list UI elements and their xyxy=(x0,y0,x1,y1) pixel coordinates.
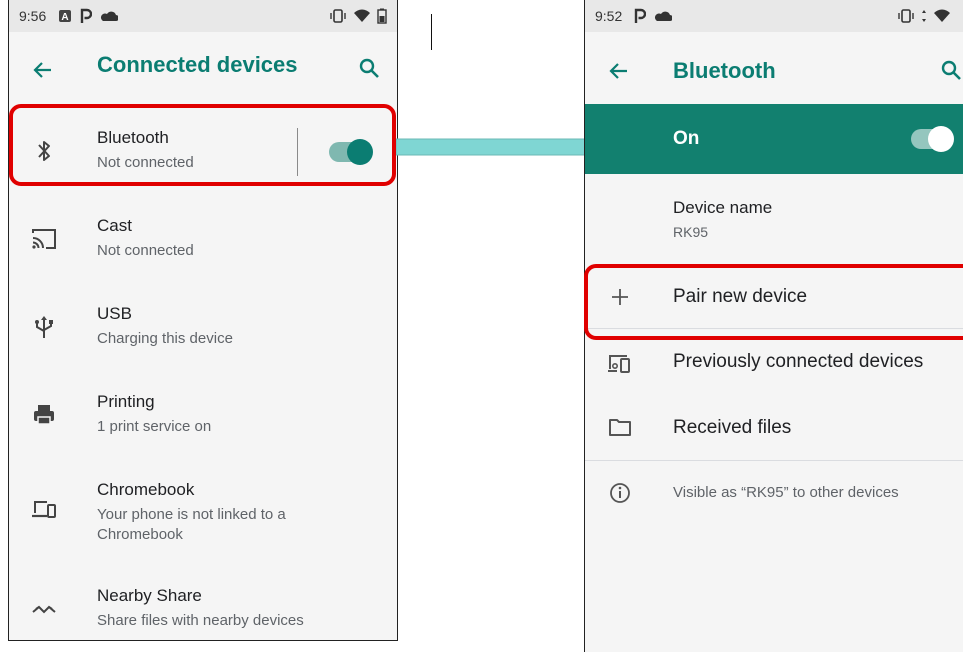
cast-icon xyxy=(32,229,56,249)
cloud-icon xyxy=(101,11,119,21)
usb-icon xyxy=(35,316,53,338)
bluetooth-highlight-box xyxy=(9,104,396,186)
text-cursor xyxy=(431,14,432,50)
list-item-title: USB xyxy=(97,304,132,323)
status-time: 9:56 xyxy=(19,8,47,24)
list-item-nearby-share[interactable]: Nearby Share Share files with nearby dev… xyxy=(9,566,397,640)
svg-text:A: A xyxy=(62,12,69,23)
toggle-knob xyxy=(928,126,954,152)
back-arrow-icon[interactable] xyxy=(607,59,631,83)
list-item-title: Chromebook xyxy=(97,480,195,499)
notification-p-icon xyxy=(81,8,93,23)
info-icon xyxy=(610,483,630,503)
visibility-note: Visible as “RK95” to other devices xyxy=(673,484,899,501)
chromebook-icon xyxy=(32,501,56,518)
list-item-usb[interactable]: USB Charging this device xyxy=(9,284,397,372)
pair-new-device-highlight-box xyxy=(584,264,963,340)
list-item-subtitle: Not connected xyxy=(97,242,194,259)
app-bar: Connected devices xyxy=(9,32,397,108)
bluetooth-master-switch[interactable]: On xyxy=(585,104,963,174)
arrow-connector-icon xyxy=(396,138,599,156)
back-arrow-icon[interactable] xyxy=(31,58,55,82)
status-time: 9:52 xyxy=(595,8,623,24)
battery-icon xyxy=(377,8,387,24)
list-item-cast[interactable]: Cast Not connected xyxy=(9,196,397,284)
wifi-icon xyxy=(354,9,370,22)
list-item-printing[interactable]: Printing 1 print service on xyxy=(9,372,397,460)
device-name-value: RK95 xyxy=(673,224,709,240)
search-icon[interactable] xyxy=(939,58,963,82)
vibrate-icon xyxy=(330,9,346,23)
divider xyxy=(585,460,963,461)
master-switch-label: On xyxy=(673,128,700,149)
printer-icon xyxy=(34,405,54,425)
nearby-share-icon xyxy=(32,605,56,614)
list-item-subtitle: Share files with nearby devices xyxy=(97,612,304,629)
wifi-icon xyxy=(934,9,950,22)
page-title: Connected devices xyxy=(97,52,298,77)
search-icon[interactable] xyxy=(357,56,381,80)
received-files-label: Received files xyxy=(673,417,792,438)
list-item-title: Nearby Share xyxy=(97,586,202,605)
list-item-title: Cast xyxy=(97,216,132,235)
list-item-subtitle: 1 print service on xyxy=(97,418,212,435)
notification-a-icon: A xyxy=(59,10,72,23)
previously-connected-label: Previously connected devices xyxy=(673,351,924,372)
list-item-subtitle: Your phone is not linked to a Chromebook xyxy=(97,506,286,543)
list-item-subtitle: Charging this device xyxy=(97,330,233,347)
vibrate-icon xyxy=(898,9,914,23)
device-name-row[interactable]: Device name RK95 xyxy=(585,174,963,260)
notification-p-icon xyxy=(635,8,647,23)
list-item-chromebook[interactable]: Chromebook Your phone is not linked to a… xyxy=(9,460,397,566)
connected-devices-screen: 9:56 A Connected devices Bluetooth Not c… xyxy=(8,0,398,641)
cloud-icon xyxy=(655,11,673,21)
folder-icon xyxy=(609,419,631,436)
status-bar: 9:56 A xyxy=(9,0,397,32)
list-item-title: Printing xyxy=(97,392,155,411)
app-bar: Bluetooth xyxy=(585,32,963,102)
data-transfer-icon xyxy=(922,10,926,22)
page-title: Bluetooth xyxy=(673,58,776,83)
devices-icon xyxy=(608,355,630,373)
visibility-note-row: Visible as “RK95” to other devices xyxy=(585,470,963,520)
device-name-title: Device name xyxy=(673,198,773,217)
status-bar: 9:52 xyxy=(585,0,963,32)
received-files-row[interactable]: Received files xyxy=(585,396,963,460)
